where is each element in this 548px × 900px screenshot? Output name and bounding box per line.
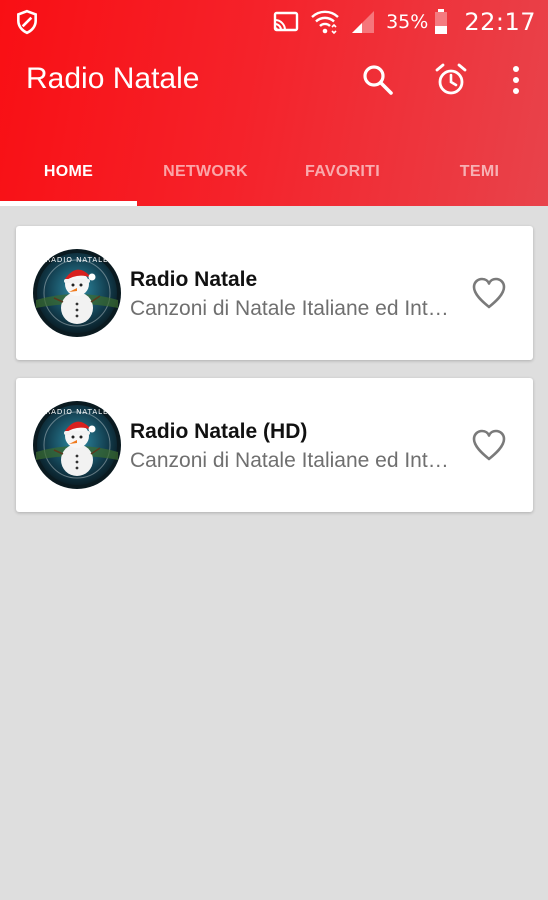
station-logo: RADIO NATALE xyxy=(33,249,121,337)
cast-icon xyxy=(273,11,299,32)
alarm-icon[interactable] xyxy=(433,62,469,98)
status-bar: 35% 22:17 xyxy=(0,0,548,44)
logo-lettering: RADIO NATALE xyxy=(46,256,109,264)
heart-icon[interactable] xyxy=(471,428,507,462)
station-name: Radio Natale (HD) xyxy=(130,420,308,443)
battery-icon xyxy=(435,9,448,34)
heart-icon[interactable] xyxy=(471,276,507,310)
tab-favoriti[interactable]: FAVORITI xyxy=(274,138,411,206)
logo-lettering: RADIO NATALE xyxy=(46,408,109,416)
tab-bar: HOME NETWORK FAVORITI TEMI xyxy=(0,138,548,206)
signal-icon xyxy=(352,11,375,33)
tab-temi[interactable]: TEMI xyxy=(411,138,548,206)
more-vert-icon[interactable] xyxy=(498,62,534,98)
status-time: 22:17 xyxy=(464,8,536,36)
app-title: Radio Natale xyxy=(26,62,200,95)
tab-network[interactable]: NETWORK xyxy=(137,138,274,206)
app-bar: 35% 22:17 Radio Natale HOME NETWORK FAVO… xyxy=(0,0,548,206)
wifi-icon xyxy=(311,10,339,35)
tab-home[interactable]: HOME xyxy=(0,138,137,206)
station-description: Canzoni di Natale Italiane ed Internazio… xyxy=(130,297,450,320)
station-name: Radio Natale xyxy=(130,268,258,291)
station-card[interactable]: RADIO NATALE Radio Natale Canzoni di Nat… xyxy=(16,226,533,360)
battery-percent: 35% xyxy=(386,11,429,33)
station-card[interactable]: RADIO NATALE Radio Natale (HD) Canzoni d… xyxy=(16,378,533,512)
station-logo: RADIO NATALE xyxy=(33,401,121,489)
shield-icon xyxy=(17,9,37,35)
station-description: Canzoni di Natale Italiane ed Internazio… xyxy=(130,449,450,472)
search-icon[interactable] xyxy=(360,62,396,98)
